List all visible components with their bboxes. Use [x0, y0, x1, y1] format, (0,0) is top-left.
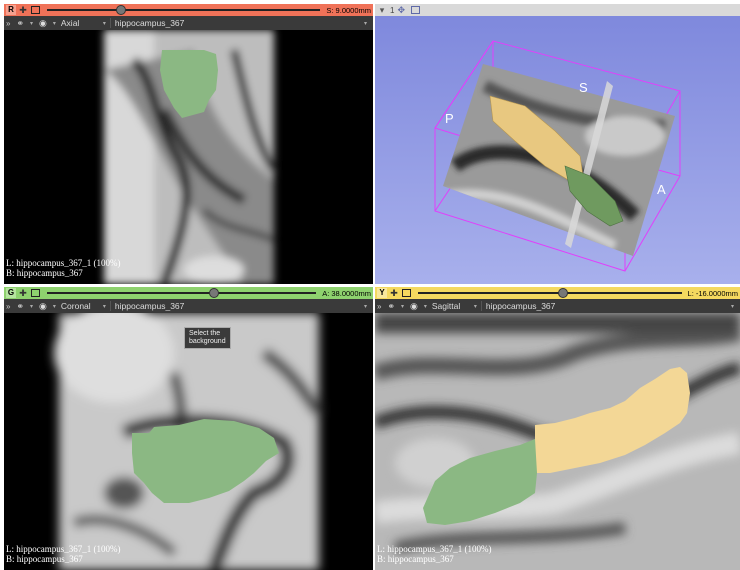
eye-icon[interactable]: ◉ [39, 18, 47, 29]
superior-label: S [579, 80, 588, 95]
layer-overlay-text: L: hippocampus_367_1 (100%) B: hippocamp… [6, 544, 120, 564]
pin-icon[interactable]: ✚ [18, 5, 28, 16]
volume-select[interactable]: hippocampus_367 [109, 301, 364, 311]
posterior-label: P [445, 111, 454, 126]
collapse-icon[interactable]: » [6, 302, 10, 311]
coronal-mri-image [4, 313, 373, 570]
3d-view-bar: ▾ 1 ✥ [375, 4, 740, 16]
slider-thumb[interactable] [208, 288, 219, 298]
label-layer-text: L: hippocampus_367_1 (100%) [6, 258, 121, 268]
chevron-down-icon[interactable]: ▾ [103, 20, 106, 27]
maximize-icon[interactable] [31, 289, 40, 297]
3d-view[interactable]: ▾ 1 ✥ P S A [375, 4, 740, 284]
maximize-icon[interactable] [31, 6, 40, 14]
collapse-icon[interactable]: » [377, 302, 381, 311]
chevron-down-icon[interactable]: ▾ [731, 303, 734, 310]
axial-mri-image [4, 30, 373, 284]
link-icon[interactable]: ⚭ [387, 301, 395, 312]
pin-icon[interactable]: ▾ [377, 5, 387, 16]
chevron-down-icon[interactable]: ▾ [364, 20, 367, 27]
center-view-icon[interactable]: ✥ [397, 5, 405, 16]
chevron-down-icon[interactable]: ▾ [424, 303, 427, 310]
axial-controller-bar: » ⚭ ▾ ◉ ▾ Axial ▾ hippocampus_367 ▾ [4, 16, 373, 30]
view-tag: Y [377, 288, 387, 298]
3d-render-canvas[interactable]: P S A [375, 16, 740, 284]
background-layer-text: B: hippocampus_367 [6, 554, 83, 564]
sagittal-controller-bar: » ⚭ ▾ ◉ ▾ Sagittal ▾ hippocampus_367 ▾ [375, 299, 740, 313]
label-layer-text: L: hippocampus_367_1 (100%) [377, 544, 492, 554]
chevron-down-icon[interactable]: ▾ [474, 303, 477, 310]
coronal-image-canvas[interactable] [4, 313, 373, 570]
pin-icon[interactable]: ✚ [389, 288, 399, 299]
slice-offset-slider[interactable] [47, 288, 317, 298]
coronal-controller-bar: » ⚭ ▾ ◉ ▾ Coronal ▾ hippocampus_367 ▾ [4, 299, 373, 313]
collapse-icon[interactable]: » [6, 19, 10, 28]
layer-overlay-text: L: hippocampus_367_1 (100%) B: hippocamp… [377, 544, 491, 564]
slice-offset-value: A: 38.0000mm [322, 288, 371, 298]
sagittal-mri-image [375, 313, 740, 570]
orientation-select[interactable]: Axial [59, 18, 103, 28]
chevron-down-icon[interactable]: ▾ [53, 303, 56, 310]
tooltip-select-background: Select the background [184, 327, 231, 349]
coronal-slice-view[interactable]: G ✚ A: 38.0000mm » ⚭ ▾ ◉ ▾ Coronal ▾ hip… [4, 287, 373, 570]
background-layer-text: B: hippocampus_367 [377, 554, 454, 564]
slice-offset-value: L: -16.0000mm [687, 288, 738, 298]
label-layer-text: L: hippocampus_367_1 (100%) [6, 544, 121, 554]
chevron-down-icon[interactable]: ▾ [364, 303, 367, 310]
volume-select[interactable]: hippocampus_367 [480, 301, 731, 311]
view-number: 1 [390, 5, 395, 15]
layer-overlay-text: L: hippocampus_367_1 (100%) B: hippocamp… [6, 258, 120, 278]
eye-icon[interactable]: ◉ [39, 301, 47, 312]
axial-slice-view[interactable]: R ✚ S: 9.0000mm » ⚭ ▾ ◉ ▾ Axial ▾ hippoc… [4, 4, 373, 284]
chevron-down-icon[interactable]: ▾ [30, 303, 33, 310]
link-icon[interactable]: ⚭ [16, 301, 24, 312]
sagittal-slider-bar: Y ✚ L: -16.0000mm [375, 287, 740, 299]
slider-thumb[interactable] [115, 5, 126, 15]
maximize-icon[interactable] [411, 6, 420, 14]
anterior-label: A [657, 182, 666, 197]
link-icon[interactable]: ⚭ [16, 18, 24, 29]
axial-slider-bar: R ✚ S: 9.0000mm [4, 4, 373, 16]
axial-image-canvas[interactable] [4, 30, 373, 284]
chevron-down-icon[interactable]: ▾ [103, 303, 106, 310]
chevron-down-icon[interactable]: ▾ [53, 20, 56, 27]
view-tag: R [6, 5, 16, 15]
orientation-select[interactable]: Coronal [59, 301, 103, 311]
slice-offset-slider[interactable] [47, 5, 321, 15]
sagittal-slice-view[interactable]: Y ✚ L: -16.0000mm » ⚭ ▾ ◉ ▾ Sagittal ▾ h… [375, 287, 740, 570]
eye-icon[interactable]: ◉ [410, 301, 418, 312]
slice-offset-value: S: 9.0000mm [326, 5, 371, 15]
pin-icon[interactable]: ✚ [18, 288, 28, 299]
orientation-select[interactable]: Sagittal [430, 301, 474, 311]
volume-select[interactable]: hippocampus_367 [109, 18, 364, 28]
view-tag: G [6, 288, 16, 298]
background-layer-text: B: hippocampus_367 [6, 268, 83, 278]
maximize-icon[interactable] [402, 289, 411, 297]
chevron-down-icon[interactable]: ▾ [30, 20, 33, 27]
3d-scene: P S A [434, 40, 681, 272]
slider-thumb[interactable] [557, 288, 568, 298]
slice-offset-slider[interactable] [418, 288, 682, 298]
chevron-down-icon[interactable]: ▾ [401, 303, 404, 310]
coronal-slider-bar: G ✚ A: 38.0000mm [4, 287, 373, 299]
sagittal-image-canvas[interactable] [375, 313, 740, 570]
